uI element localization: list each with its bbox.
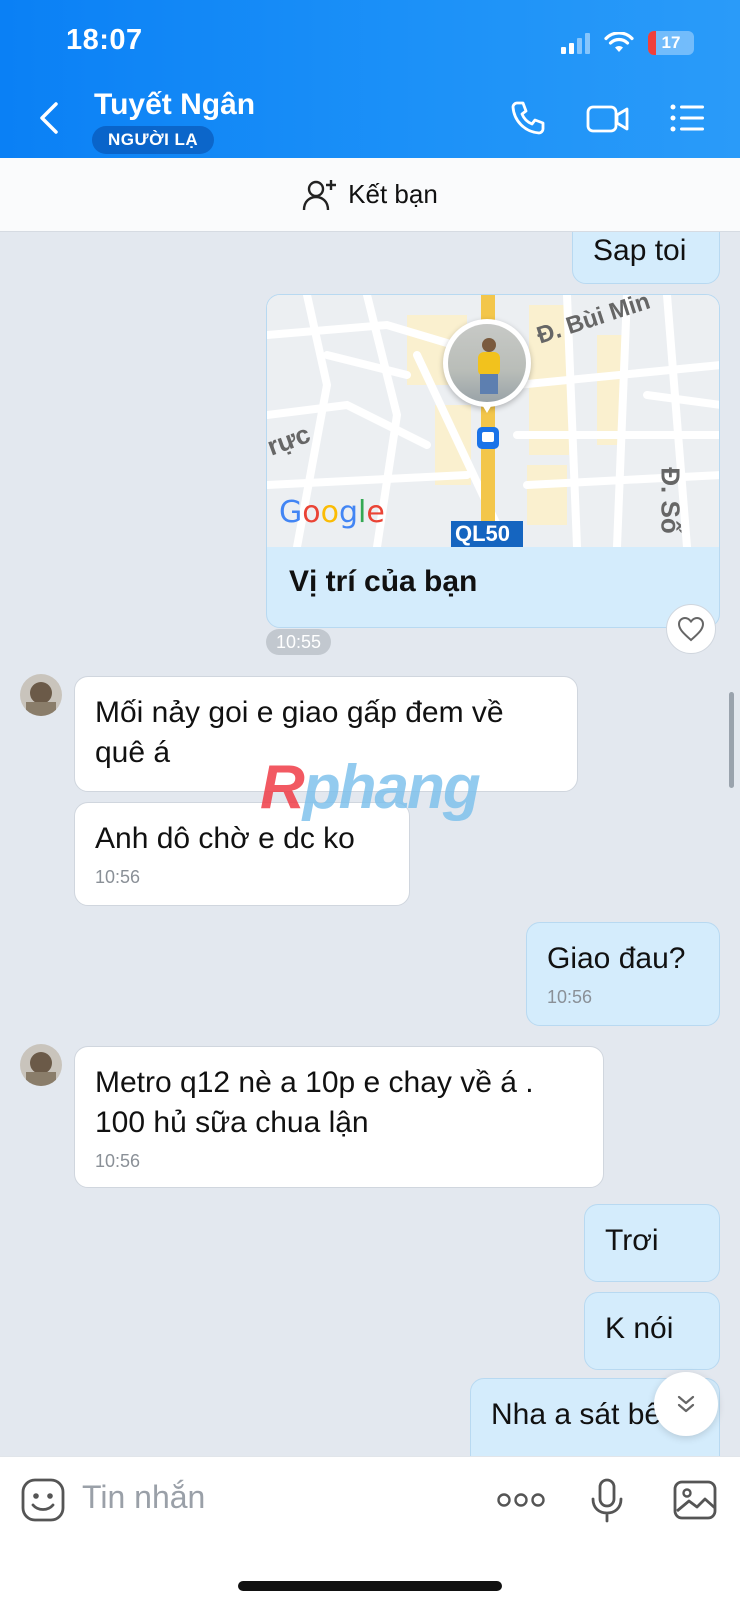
message-timestamp: 10:55: [266, 629, 332, 655]
message-text: Anh dô chờ e dc ko: [95, 822, 355, 855]
heart-icon: [677, 616, 705, 642]
message-bubble-outgoing[interactable]: Sap toi: [572, 232, 720, 284]
location-card[interactable]: Đ. Bùi Min rực Đ. Số QL50 Google Vị trí …: [266, 294, 720, 628]
message-input[interactable]: Tin nhắn: [82, 1479, 205, 1516]
message-bubble-incoming[interactable]: Metro q12 nè a 10p e chay về á . 100 hủ …: [74, 1046, 604, 1188]
add-friend-button[interactable]: Kết bạn: [0, 158, 740, 232]
message-input-bar: Tin nhắn: [0, 1456, 740, 1600]
image-gallery-icon[interactable]: [672, 1477, 718, 1523]
highway-label: QL50: [455, 521, 511, 546]
avatar[interactable]: [20, 674, 62, 716]
stranger-badge: NGƯỜI LẠ: [92, 126, 215, 154]
video-call-icon[interactable]: [586, 98, 630, 138]
message-text: Sap toi: [593, 234, 687, 267]
battery-icon: 17: [648, 31, 694, 55]
message-text: Trơi: [605, 1224, 659, 1257]
message-text: K nói: [605, 1312, 674, 1345]
add-friend-label: Kết bạn: [348, 179, 438, 209]
scroll-indicator[interactable]: [729, 692, 734, 788]
phone-call-icon[interactable]: [508, 98, 548, 138]
message-bubble-outgoing[interactable]: Giao đau? 10:56: [526, 922, 720, 1026]
avatar[interactable]: [20, 1044, 62, 1086]
location-pin-avatar: [443, 319, 531, 413]
sticker-emoji-icon[interactable]: [20, 1477, 66, 1523]
chat-header: 18:07 17 Tuyết Ngân NGƯỜI LẠ: [0, 0, 740, 158]
google-logo: Google: [279, 495, 385, 530]
status-icons: 17: [561, 28, 694, 58]
home-indicator[interactable]: [238, 1581, 502, 1591]
microphone-icon[interactable]: [584, 1477, 630, 1523]
react-heart-button[interactable]: [666, 604, 716, 654]
more-options-icon[interactable]: [496, 1477, 546, 1523]
contact-name[interactable]: Tuyết Ngân: [94, 88, 255, 122]
status-time: 18:07: [66, 24, 143, 56]
message-list[interactable]: Sap toi Đ. Bùi Min rực Đ. Số QL50 Google…: [0, 232, 740, 1456]
message-bubble-outgoing[interactable]: K nói: [584, 1292, 720, 1370]
battery-level: 17: [661, 33, 681, 52]
message-text: Nha a sát bên: [491, 1398, 678, 1431]
cellular-signal-icon: [561, 32, 590, 54]
map-road-label: Đ. Số: [655, 467, 686, 534]
message-timestamp: 10:56: [95, 1151, 141, 1171]
message-bubble-outgoing[interactable]: Trơi: [584, 1204, 720, 1282]
location-caption: Vị trí của bạn: [289, 565, 478, 598]
message-text: Giao đau?: [547, 942, 686, 975]
map-preview: Đ. Bùi Min rực Đ. Số QL50 Google: [267, 295, 719, 547]
menu-list-icon[interactable]: [668, 98, 708, 138]
double-chevron-down-icon: [677, 1395, 695, 1413]
message-timestamp: 10:56: [547, 987, 593, 1007]
wifi-icon: [604, 32, 634, 52]
message-text: Metro q12 nè a 10p e chay về á . 100 hủ …: [95, 1066, 534, 1139]
add-person-icon: [302, 179, 337, 210]
back-arrow-icon[interactable]: [34, 98, 66, 138]
message-timestamp: 10:56: [95, 867, 141, 887]
watermark-logo: Rphang: [260, 753, 481, 822]
scroll-to-bottom-button[interactable]: [654, 1372, 718, 1436]
